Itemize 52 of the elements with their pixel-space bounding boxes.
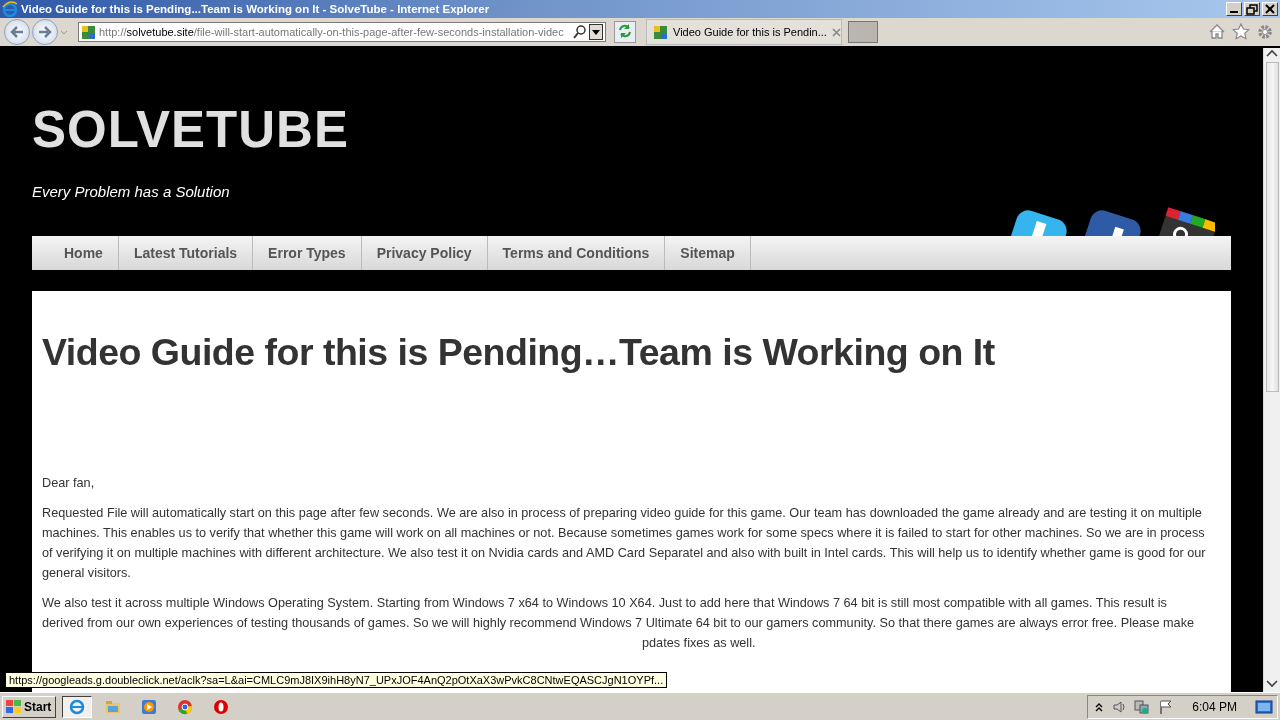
close-icon[interactable] xyxy=(831,27,841,37)
article-heading: Video Guide for this is Pending…Team is Working on It xyxy=(42,331,995,374)
url-text: http://solvetube.site/file-will-start-automatically-on-this-page-after-few-seconds-installation-videc xyxy=(99,26,565,38)
home-icon[interactable] xyxy=(1208,23,1226,40)
search-icon[interactable] xyxy=(573,25,586,39)
minimize-icon xyxy=(1230,11,1238,13)
right-arrow-icon xyxy=(37,25,53,39)
left-arrow-icon xyxy=(9,25,25,39)
back-button[interactable] xyxy=(4,19,30,45)
nav-link[interactable]: Terms and Conditions xyxy=(487,236,666,270)
desktop-icon[interactable] xyxy=(1255,698,1273,715)
paragraph-fragment: pdates fixes as well. xyxy=(642,636,756,650)
refresh-icon xyxy=(617,22,633,39)
opera-icon xyxy=(213,698,230,715)
flag-icon[interactable] xyxy=(1158,698,1173,715)
paragraph: Requested File will automatically start on this page after few seconds. We are also in process of preparing video guide for this game. Our team has downloaded the game already and are testing it on multiple machines. This enables us to verify that whether this game will work on all machines or not. Because sometimes games work for some specs where it is failed to start for other machines. So we are in process of verifying it on multiple machines with different architecture. We also test it on Nvidia cards and AMD Card Separatel and also with built in Intel cards. This will help us to identify whether game is good for our general visitors. xyxy=(42,505,1207,582)
scrollbar[interactable] xyxy=(1263,48,1280,692)
star-icon[interactable] xyxy=(1232,23,1250,40)
minimize-button[interactable] xyxy=(1226,2,1242,16)
restore-button[interactable] xyxy=(1244,2,1260,16)
refresh-button[interactable] xyxy=(614,21,636,43)
restore-icon xyxy=(1245,3,1259,15)
scrollbar-thumb[interactable] xyxy=(1265,62,1279,392)
site-logo[interactable]: SOLVETUBE xyxy=(32,100,349,160)
nav-link[interactable]: Home xyxy=(32,236,119,270)
browser-tab[interactable]: Video Guide for this is Pendin... xyxy=(646,19,842,45)
nav-link[interactable]: Error Types xyxy=(253,236,362,270)
start-button[interactable]: Start xyxy=(2,695,57,718)
windows-logo-icon xyxy=(5,698,22,715)
new-tab-button[interactable] xyxy=(848,21,878,43)
site-tagline: Every Problem has a Solution xyxy=(32,183,230,200)
cube-icon xyxy=(653,24,668,40)
nav-link[interactable]: Privacy Policy xyxy=(361,236,488,270)
settings-icon[interactable] xyxy=(1256,23,1274,41)
address-field[interactable]: http://solvetube.site/file-will-start-automatically-on-this-page-after-few-seconds-installation-videc xyxy=(78,22,606,42)
greeting-text: Dear fan, xyxy=(42,475,95,492)
clock[interactable]: 6:04 PM xyxy=(1192,699,1237,714)
media-player-icon xyxy=(141,698,158,715)
dropdown-icon[interactable] xyxy=(589,24,603,40)
network-icon[interactable] xyxy=(1134,698,1151,715)
link-tooltip: https://googleads.g.doubleclick.net/aclk?sa=L&ai=CMLC9mJ8IX9ihH8yN7_UPxJOF4AnQ2pOtXaX3wPvkC8CNtwEQASCJgN1OYPf... xyxy=(5,672,668,688)
forward-button[interactable] xyxy=(32,19,58,45)
close-button[interactable] xyxy=(1262,2,1278,16)
chrome-icon xyxy=(177,698,194,715)
cube-icon xyxy=(81,24,96,40)
taskbar-app-button[interactable] xyxy=(62,695,93,718)
folder-icon xyxy=(105,698,122,715)
speaker-icon[interactable] xyxy=(1112,698,1127,715)
nav-link[interactable]: Latest Tutorials xyxy=(118,236,254,270)
close-icon xyxy=(1263,3,1277,15)
nav-link[interactable]: Sitemap xyxy=(665,236,751,270)
window-title: Video Guide for this is Pending...Team is Working on It - SolveTube - Internet Explorer xyxy=(21,3,491,15)
